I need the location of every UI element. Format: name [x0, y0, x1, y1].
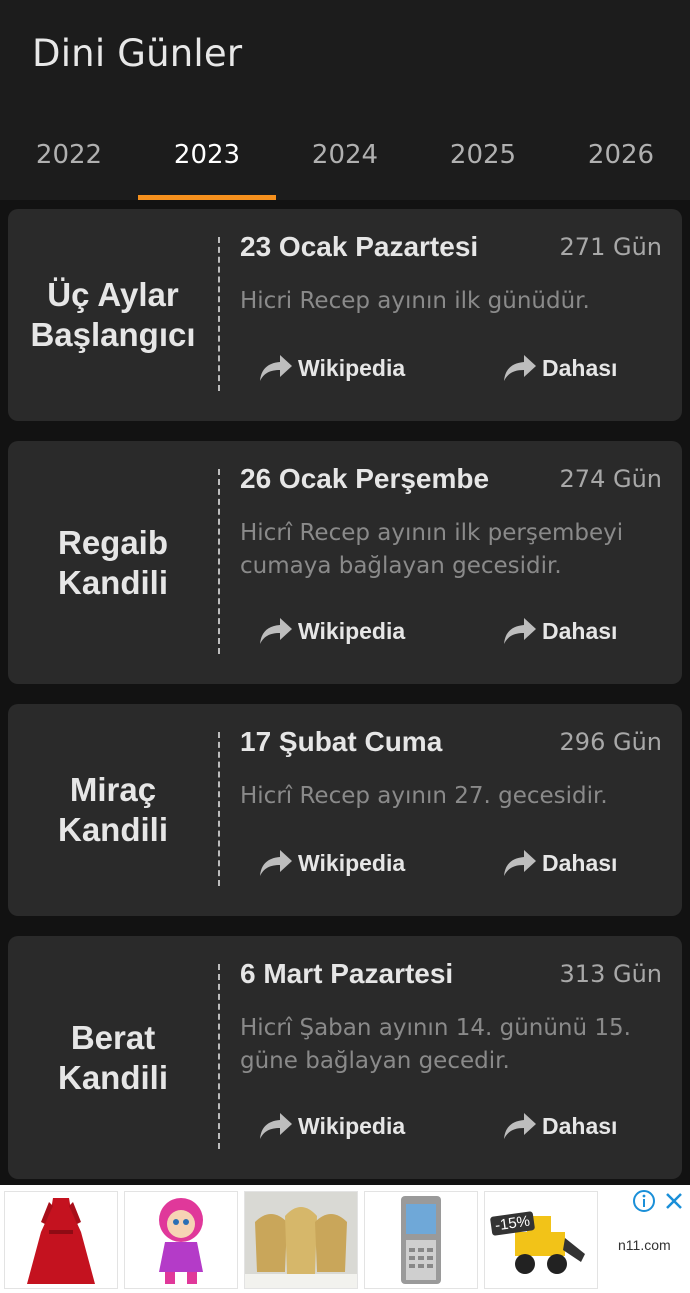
share-arrow-icon [258, 1111, 294, 1141]
ad-product-masha-doll[interactable] [124, 1191, 238, 1289]
days-remaining: 313 Gün [559, 960, 662, 988]
event-card: Üç Aylar Başlangıcı 23 Ocak Pazartesi 27… [8, 209, 682, 421]
ad-product-nokia-phone[interactable] [364, 1191, 478, 1289]
more-button[interactable]: Dahası [502, 848, 617, 878]
event-card: Berat Kandili 6 Mart Pazartesi 313 Gün H… [8, 936, 682, 1179]
event-name: Üç Aylar Başlangıcı [30, 276, 196, 353]
tab-2023[interactable]: 2023 [138, 120, 276, 200]
red-dress-icon [27, 1198, 95, 1284]
tab-2024[interactable]: 2024 [276, 120, 414, 200]
share-arrow-icon [502, 616, 538, 646]
more-label: Dahası [542, 849, 618, 876]
ad-close-icon[interactable] [662, 1189, 686, 1213]
tab-label: 2025 [449, 140, 517, 170]
event-date: 17 Şubat Cuma [240, 726, 443, 757]
event-date: 23 Ocak Pazartesi [240, 231, 479, 262]
tab-label: 2026 [587, 140, 655, 170]
wikipedia-label: Wikipedia [298, 354, 406, 381]
event-card: Regaib Kandili 26 Ocak Perşembe 274 Gün … [8, 441, 682, 684]
tab-2026[interactable]: 2026 [552, 120, 690, 200]
tab-label: 2022 [35, 140, 103, 170]
wikipedia-button[interactable]: Wikipedia [258, 848, 405, 878]
ad-product-red-dress[interactable] [4, 1191, 118, 1289]
year-tabs: 2022 2023 2024 2025 2026 [0, 120, 690, 200]
page-title: Dini Günler [32, 32, 243, 75]
jars-icon [245, 1192, 357, 1288]
more-label: Dahası [542, 617, 618, 644]
days-remaining: 296 Gün [559, 728, 662, 756]
event-name-area: Üç Aylar Başlangıcı [8, 209, 218, 421]
share-arrow-icon [502, 1111, 538, 1141]
event-description: Hicri Recep ayının ilk günüdür. [240, 288, 590, 314]
doll-icon [159, 1198, 203, 1284]
more-label: Dahası [542, 1112, 618, 1139]
event-description: Hicrî Şaban ayının 14. gününü 15. güne b… [240, 1015, 631, 1074]
tab-label: 2023 [173, 140, 241, 170]
more-button[interactable]: Dahası [502, 1111, 617, 1141]
ad-info-icon[interactable] [632, 1189, 656, 1213]
share-arrow-icon [258, 616, 294, 646]
wikipedia-button[interactable]: Wikipedia [258, 1111, 405, 1141]
share-arrow-icon [502, 848, 538, 878]
more-button[interactable]: Dahası [502, 616, 617, 646]
share-arrow-icon [258, 353, 294, 383]
days-remaining: 274 Gün [559, 465, 662, 493]
phone-icon [401, 1196, 441, 1284]
share-arrow-icon [502, 353, 538, 383]
tab-indicator [138, 195, 276, 200]
event-name-area: Berat Kandili [8, 936, 218, 1179]
divider [218, 964, 220, 1149]
wikipedia-button[interactable]: Wikipedia [258, 616, 405, 646]
divider [218, 469, 220, 654]
more-button[interactable]: Dahası [502, 353, 617, 383]
divider [218, 237, 220, 391]
ad-product-toy-excavator[interactable]: -15% [484, 1191, 598, 1289]
ad-banner[interactable]: -15% n11.com [0, 1185, 690, 1293]
event-name: Regaib Kandili [57, 523, 169, 601]
event-description: Hicrî Recep ayının 27. gecesidir. [240, 783, 608, 809]
tab-2025[interactable]: 2025 [414, 120, 552, 200]
event-description: Hicrî Recep ayının ilk perşembeyi cumaya… [240, 520, 624, 579]
more-label: Dahası [542, 354, 618, 381]
ad-brand: n11.com [618, 1237, 671, 1253]
app-bar: Dini Günler 2022 2023 2024 2025 2026 [0, 0, 690, 200]
share-arrow-icon [258, 848, 294, 878]
event-date: 6 Mart Pazartesi [240, 958, 454, 989]
tab-label: 2024 [311, 140, 379, 170]
event-name: Berat Kandili [57, 1018, 168, 1096]
days-remaining: 271 Gün [559, 233, 662, 261]
divider [218, 732, 220, 886]
event-name-area: Regaib Kandili [8, 441, 218, 684]
wikipedia-label: Wikipedia [298, 617, 406, 644]
event-card: Miraç Kandili 17 Şubat Cuma 296 Gün Hicr… [8, 704, 682, 916]
event-name-area: Miraç Kandili [8, 704, 218, 916]
event-name: Miraç Kandili [57, 771, 168, 848]
excavator-icon [515, 1216, 585, 1274]
wikipedia-label: Wikipedia [298, 849, 406, 876]
wikipedia-label: Wikipedia [298, 1112, 406, 1139]
wikipedia-button[interactable]: Wikipedia [258, 353, 405, 383]
event-date: 26 Ocak Perşembe [240, 463, 490, 494]
tab-2022[interactable]: 2022 [0, 120, 138, 200]
ad-product-gold-jars[interactable] [244, 1191, 358, 1289]
